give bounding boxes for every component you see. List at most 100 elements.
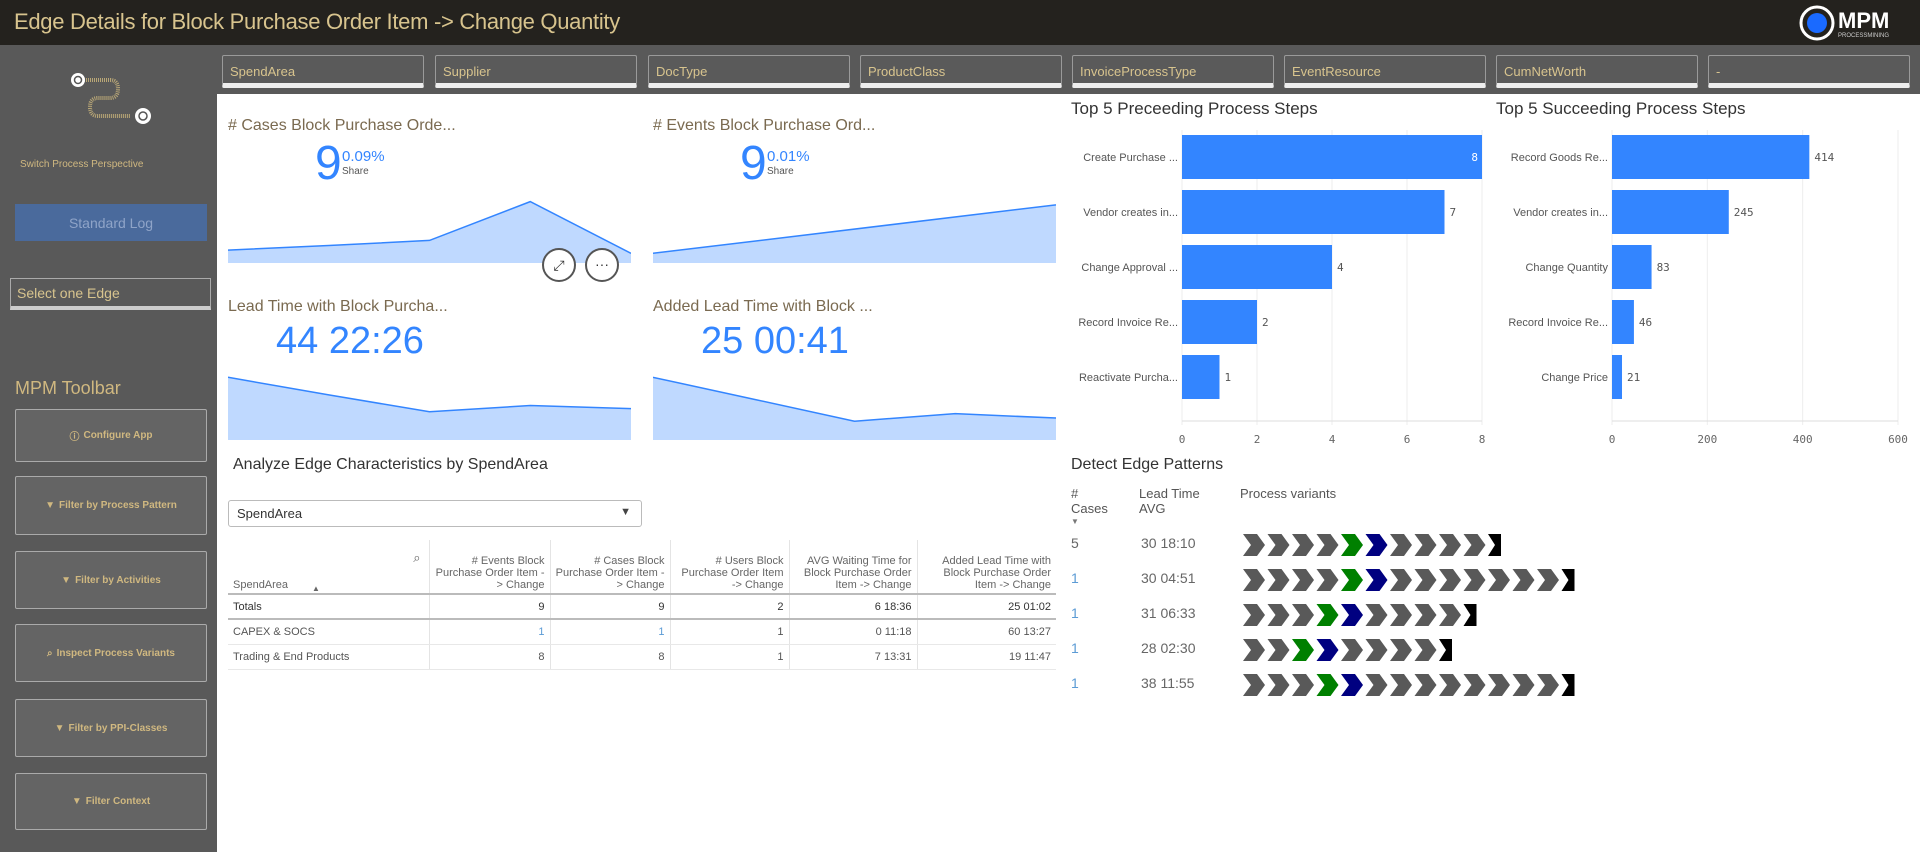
data-label: 21 (1627, 371, 1640, 384)
process-step (1439, 604, 1461, 626)
more-options-icon[interactable]: ··· (585, 248, 619, 282)
bar[interactable] (1182, 190, 1445, 234)
pattern-cases: 1 (1071, 605, 1079, 621)
dimension-dropdown[interactable]: SpendArea ▼ (228, 500, 642, 527)
header-bar: Edge Details for Block Purchase Order It… (0, 0, 1920, 45)
filter-context-button[interactable]: ▼ Filter Context (15, 773, 207, 830)
process-variant[interactable] (1243, 672, 1723, 698)
sort-asc-icon: ▲ (312, 584, 320, 593)
pattern-lead-time: 30 18:10 (1141, 535, 1196, 551)
bar[interactable] (1612, 300, 1634, 344)
data-label: 414 (1814, 151, 1834, 164)
bar[interactable] (1612, 245, 1652, 289)
switch-perspective-label[interactable]: Switch Process Perspective (20, 159, 143, 170)
process-variant[interactable] (1243, 637, 1723, 663)
filter-doctype[interactable]: DocType (648, 55, 850, 88)
process-step (1390, 569, 1412, 591)
process-variant[interactable] (1243, 602, 1723, 628)
filter-empty[interactable]: - (1708, 55, 1910, 88)
search-icon[interactable]: ⌕ (413, 550, 420, 566)
process-step (1243, 639, 1265, 661)
process-step (1390, 604, 1412, 626)
dropdown-value: SpendArea (237, 506, 303, 521)
filter-productclass[interactable]: ProductClass (860, 55, 1062, 88)
cell: 1 (670, 644, 790, 670)
table-row[interactable]: CAPEX & SOCS 1 1 1 0 11:18 60 13:27 (228, 619, 1056, 645)
filter-cumnetworth[interactable]: CumNetWorth (1496, 55, 1698, 88)
process-step (1243, 534, 1265, 556)
filter-activities-button[interactable]: ▼ Filter by Activities (15, 551, 207, 609)
col-lead-header[interactable]: Lead Time AVG (1139, 486, 1209, 516)
process-variant[interactable] (1243, 532, 1723, 558)
process-step (1512, 569, 1535, 591)
filter-ppi-classes-button[interactable]: ▼ Filter by PPI-Classes (15, 699, 207, 757)
totals-row: Totals 9 9 2 6 18:36 25 01:02 (228, 594, 1056, 620)
cell: 1 (550, 619, 671, 645)
kpi-events-title: # Events Block Purchase Ord... (653, 117, 876, 134)
inspect-variants-button[interactable]: ⌕ Inspect Process Variants (15, 624, 207, 682)
bar[interactable] (1182, 245, 1332, 289)
bar[interactable] (1612, 355, 1623, 399)
bar[interactable] (1612, 135, 1810, 179)
col-header[interactable]: AVG Waiting Time for Block Purchase Orde… (789, 540, 918, 595)
process-step (1365, 639, 1388, 661)
expand-icon[interactable]: ⤢ (542, 248, 576, 282)
filter-eventresource[interactable]: EventResource (1284, 55, 1486, 88)
process-step (1292, 604, 1314, 626)
col-header[interactable]: SpendArea ⌕ ▲ (228, 540, 430, 595)
filter-icon: ▼ (45, 500, 56, 511)
col-header[interactable]: Added Lead Time with Block Purchase Orde… (917, 540, 1056, 595)
process-step (1292, 674, 1314, 696)
cell[interactable]: CAPEX & SOCS (228, 619, 430, 645)
search-icon: ⌕ (46, 647, 53, 659)
col-header[interactable]: # Events Block Purchase Order Item -> Ch… (429, 540, 551, 595)
cell: 25 01:02 (917, 594, 1056, 620)
sidebar: Switch Process Perspective Standard Log … (0, 45, 217, 852)
configure-app-button[interactable]: ⓘ Configure App (15, 409, 207, 462)
process-step (1463, 674, 1486, 696)
bar[interactable] (1182, 300, 1257, 344)
cell: 6 18:36 (789, 594, 918, 620)
process-step (1292, 534, 1314, 556)
edge-characteristics-table: SpendArea ⌕ ▲ # Events Block Purchase Orde… (228, 540, 1056, 670)
edge-target-step (1341, 674, 1363, 696)
pattern-row[interactable]: 1 28 02:30 (1071, 636, 1871, 664)
bar[interactable] (1182, 355, 1220, 399)
filter-spendarea[interactable]: SpendArea (222, 55, 424, 88)
edge-source-step (1316, 674, 1339, 696)
pattern-row[interactable]: 5 30 18:10 (1071, 531, 1871, 559)
cell: 7 13:31 (789, 644, 918, 670)
kpi-events-share-label: Share (767, 166, 794, 177)
end-step-icon (1561, 674, 1575, 696)
filter-supplier[interactable]: Supplier (435, 55, 637, 88)
col-header[interactable]: # Cases Block Purchase Order Item -> Cha… (550, 540, 671, 595)
table-row[interactable]: Trading & End Products 8 8 1 7 13:31 19 11:47 (228, 644, 1056, 670)
pattern-row[interactable]: 1 30 04:51 (1071, 566, 1871, 594)
process-step (1365, 604, 1388, 626)
cell: Totals (228, 594, 430, 620)
edge-select-dropdown[interactable]: Select one Edge (10, 278, 211, 310)
button-label: Filter by PPI-Classes (68, 722, 168, 734)
bar[interactable] (1182, 135, 1482, 179)
col-header[interactable]: # Users Block Purchase Order Item -> Cha… (670, 540, 790, 595)
bar[interactable] (1612, 190, 1729, 234)
filter-bar: SpendArea Supplier DocType ProductClass … (217, 45, 1920, 94)
switch-perspective-icon[interactable] (68, 65, 158, 125)
process-step (1537, 674, 1559, 696)
standard-log-button[interactable]: Standard Log (15, 204, 207, 241)
svg-text:PROCESSMINING: PROCESSMINING (1838, 33, 1889, 39)
cell: 1 (429, 619, 551, 645)
category-label: Change Price (1541, 372, 1608, 384)
process-variant[interactable] (1243, 567, 1723, 593)
filter-process-pattern-button[interactable]: ▼ Filter by Process Pattern (15, 476, 207, 535)
category-label: Record Invoice Re... (1508, 317, 1608, 329)
filter-invoiceprocesstype[interactable]: InvoiceProcessType (1072, 55, 1274, 88)
pattern-row[interactable]: 1 38 11:55 (1071, 671, 1871, 699)
pattern-row[interactable]: 1 31 06:33 (1071, 601, 1871, 629)
cell[interactable]: Trading & End Products (228, 644, 430, 670)
process-step (1316, 569, 1339, 591)
process-step (1390, 639, 1412, 661)
col-cases-header[interactable]: # Cases (1071, 486, 1111, 516)
process-step (1390, 534, 1412, 556)
category-label: Record Goods Re... (1511, 152, 1608, 164)
